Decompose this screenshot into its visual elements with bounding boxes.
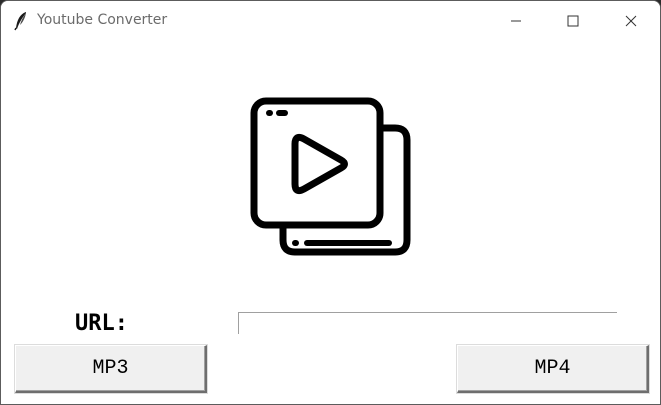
app-window: Youtube Converter URL: MP3 MP4 [0, 0, 661, 405]
maximize-icon [567, 15, 579, 27]
url-label: URL: [75, 311, 128, 336]
mp4-button[interactable]: MP4 [457, 345, 649, 393]
minimize-icon [511, 20, 521, 22]
minimize-button[interactable] [487, 1, 545, 41]
title-bar[interactable]: Youtube Converter [1, 1, 660, 41]
maximize-button[interactable] [544, 1, 602, 41]
url-input[interactable] [238, 312, 617, 334]
close-icon [625, 15, 637, 27]
video-player-icon [250, 97, 411, 256]
close-button[interactable] [602, 1, 660, 41]
window-title: Youtube Converter [37, 12, 168, 28]
feather-icon [14, 12, 26, 31]
mp3-button[interactable]: MP3 [15, 345, 207, 393]
